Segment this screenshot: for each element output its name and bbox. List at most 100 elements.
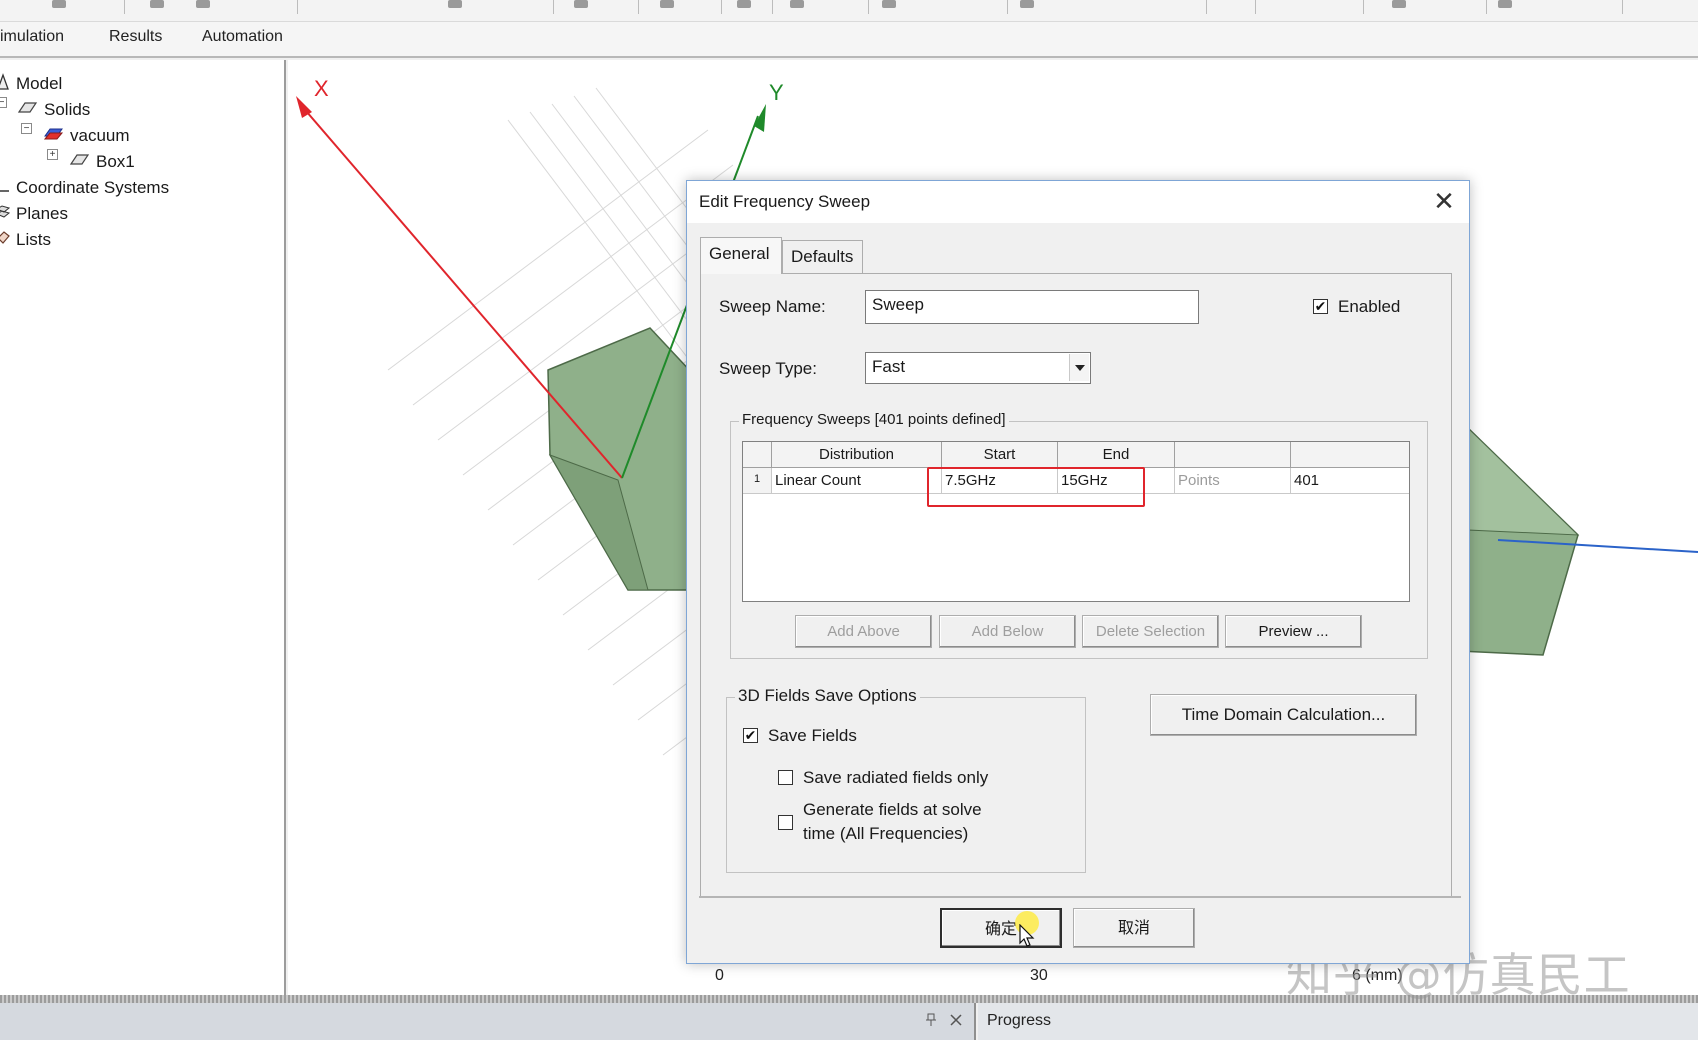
tree-item-planes[interactable]: Planes (0, 202, 68, 226)
tree-label-model: Model (16, 74, 63, 93)
tab-general[interactable]: General (700, 237, 782, 274)
cancel-button[interactable]: 取消 (1073, 908, 1195, 948)
progress-label: Progress (987, 1012, 1052, 1029)
toolbar-separator (1206, 0, 1207, 14)
grid-header-start[interactable]: Start (942, 442, 1058, 468)
grid-header-col6[interactable] (1291, 442, 1409, 468)
toolbar-separator (124, 0, 125, 14)
close-icon[interactable] (950, 1013, 962, 1030)
grid-header-col5[interactable] (1175, 442, 1291, 468)
x-axis-label: X (314, 76, 329, 101)
menu-simulation[interactable]: imulation (0, 28, 64, 46)
toolbar-icon[interactable] (1392, 0, 1406, 8)
toolbar-icon[interactable] (52, 0, 66, 8)
grid-cell-distribution[interactable]: Linear Count (772, 468, 942, 494)
sweep-type-value: Fast (872, 357, 906, 376)
add-below-button[interactable]: Add Below (939, 615, 1076, 648)
toolbar-icon[interactable] (737, 0, 751, 8)
toolbar-icon[interactable] (1498, 0, 1512, 8)
sweep-name-input[interactable]: Sweep (865, 290, 1199, 324)
model-icon (0, 72, 10, 96)
dialog-title-bar[interactable]: Edit Frequency Sweep ✕ (687, 181, 1469, 223)
time-domain-calculation-button[interactable]: Time Domain Calculation... (1150, 694, 1417, 736)
tree-item-model[interactable]: Model (0, 72, 62, 96)
dialog-divider (699, 896, 1461, 898)
tree-item-box1[interactable]: Box1 (68, 150, 135, 174)
enabled-label: Enabled (1338, 297, 1401, 316)
sweep-type-label: Sweep Type: (719, 359, 817, 378)
toolbar-separator (772, 0, 773, 14)
toolbar-separator (1363, 0, 1364, 14)
chevron-down-icon[interactable] (1069, 354, 1089, 381)
tree-item-vacuum[interactable]: vacuum (42, 124, 130, 148)
y-axis-label: Y (769, 80, 784, 105)
sweep-type-select[interactable]: Fast (865, 352, 1091, 384)
message-panel-header (0, 1003, 976, 1040)
coordinate-system-icon (0, 178, 10, 199)
save-fields-label: Save Fields (768, 726, 857, 745)
model-tree: Model − Solids − vacuum + Box1 Coordinat… (0, 60, 286, 995)
toolbar-icon[interactable] (150, 0, 164, 8)
toolbar-icon[interactable] (574, 0, 588, 8)
fields-save-options-title: 3D Fields Save Options (735, 686, 920, 706)
expand-icon[interactable]: + (47, 149, 58, 160)
toolbar-icon[interactable] (790, 0, 804, 8)
grid-header-index (743, 442, 772, 468)
preview-button[interactable]: Preview ... (1225, 615, 1362, 648)
ok-button-label: 确定 (984, 919, 1017, 938)
progress-panel-header: Progress (978, 1003, 1698, 1040)
tree-label-lists: Lists (16, 230, 51, 249)
dialog-title: Edit Frequency Sweep (699, 192, 871, 211)
collapse-icon[interactable]: − (0, 97, 7, 108)
menu-bar: imulation Results Automation (0, 22, 1698, 58)
tree-label-solids: Solids (44, 100, 91, 119)
grid-header-distribution[interactable]: Distribution (772, 442, 942, 468)
collapse-icon[interactable]: − (21, 123, 32, 134)
ruler-label-start: 0 (715, 967, 724, 984)
save-radiated-label: Save radiated fields only (803, 768, 989, 787)
ok-button[interactable]: 确定 (940, 908, 1062, 948)
grid-header-end[interactable]: End (1058, 442, 1175, 468)
toolbar-separator (721, 0, 722, 14)
ruler-label-mid: 30 (1030, 967, 1048, 984)
close-icon[interactable]: ✕ (1429, 187, 1459, 217)
save-radiated-checkbox[interactable] (778, 770, 793, 785)
menu-automation[interactable]: Automation (202, 28, 283, 46)
save-fields-checkbox[interactable]: ✔ (743, 728, 758, 743)
tree-label-box1: Box1 (96, 152, 135, 171)
toolbar-separator (1622, 0, 1623, 14)
start-end-highlight (927, 467, 1145, 507)
grid-cell-points[interactable]: 401 (1291, 468, 1409, 494)
grid-row-index[interactable]: 1 (743, 468, 772, 494)
toolbar-icon[interactable] (882, 0, 896, 8)
toolbar-separator (868, 0, 869, 14)
menu-results[interactable]: Results (109, 28, 162, 46)
enabled-checkbox[interactable]: ✔ (1313, 299, 1328, 314)
sweep-name-label: Sweep Name: (719, 297, 826, 316)
generate-fields-label-line2: time (All Frequencies) (803, 824, 969, 843)
tab-defaults[interactable]: Defaults (782, 240, 863, 274)
delete-selection-button[interactable]: Delete Selection (1082, 615, 1219, 648)
tree-label-planes: Planes (16, 204, 68, 223)
tree-item-solids[interactable]: Solids (16, 98, 90, 122)
toolbar (0, 0, 1698, 22)
pin-icon[interactable] (926, 1013, 936, 1031)
toolbar-icon[interactable] (448, 0, 462, 8)
generate-fields-label-line1: Generate fields at solve (803, 800, 982, 819)
add-above-button[interactable]: Add Above (795, 615, 932, 648)
toolbar-separator (1007, 0, 1008, 14)
toolbar-icon[interactable] (196, 0, 210, 8)
solids-icon (16, 100, 38, 121)
planes-icon (0, 204, 11, 225)
toolbar-icon[interactable] (660, 0, 674, 8)
toolbar-separator (1486, 0, 1487, 14)
tree-item-lists[interactable]: Lists (0, 228, 51, 252)
tree-label-vacuum: vacuum (70, 126, 130, 145)
toolbar-icon[interactable] (1020, 0, 1034, 8)
generate-fields-checkbox[interactable] (778, 815, 793, 830)
tree-item-coordinate-systems[interactable]: Coordinate Systems (0, 176, 169, 200)
y-axis-arrow-icon (754, 104, 766, 132)
frequency-sweep-grid[interactable]: Distribution Start End 1 Linear Count 7.… (742, 441, 1410, 602)
lists-icon (0, 230, 10, 251)
x-axis (299, 103, 623, 479)
